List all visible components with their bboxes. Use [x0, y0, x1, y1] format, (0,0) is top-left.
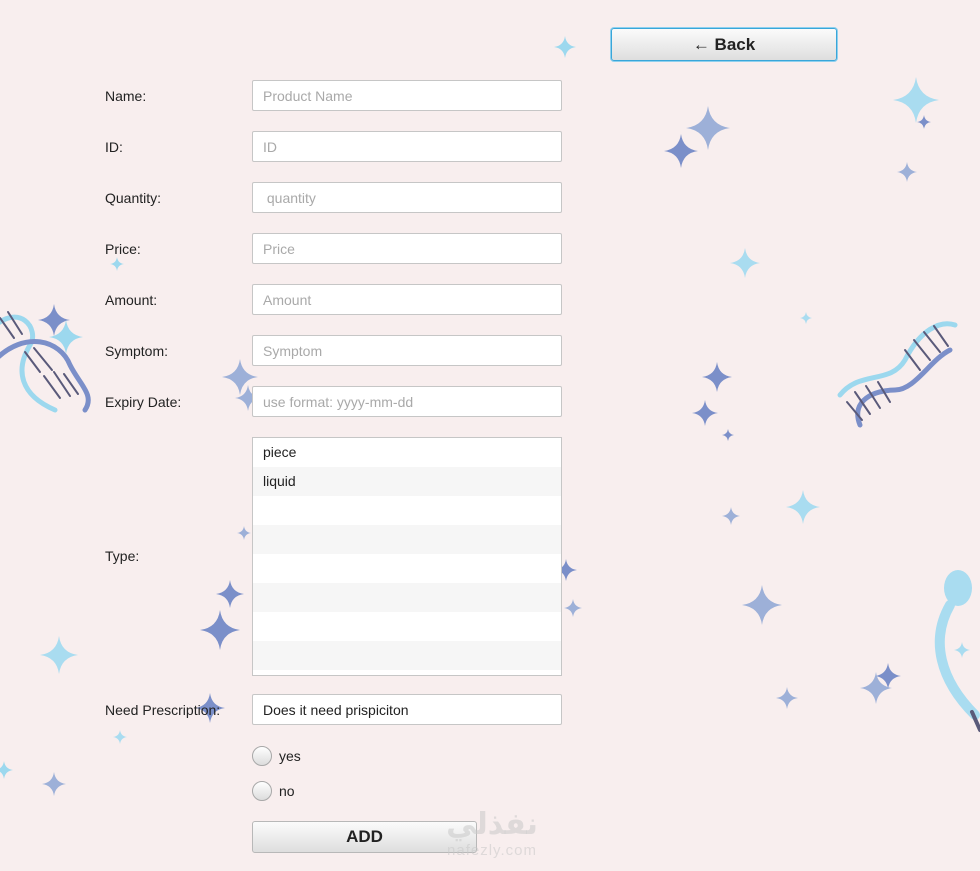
expiry-date-label: Expiry Date:	[105, 394, 182, 410]
price-label: Price:	[105, 241, 141, 257]
amount-input[interactable]	[252, 284, 562, 315]
list-item[interactable]: piece	[253, 438, 561, 467]
name-label: Name:	[105, 88, 147, 104]
id-label: ID:	[105, 139, 123, 155]
symptom-input[interactable]	[252, 335, 562, 366]
no-radio[interactable]	[252, 781, 272, 801]
symptom-label: Symptom:	[105, 343, 169, 359]
watermark: نفذلي nafezly.com	[432, 808, 552, 859]
list-item[interactable]: liquid	[253, 467, 561, 496]
watermark-latin: nafezly.com	[447, 842, 537, 859]
amount-label: Amount:	[105, 292, 158, 308]
empty-list-row	[253, 496, 561, 525]
type-list[interactable]: piece liquid	[252, 437, 562, 676]
need-prescription-label: Need Prescription:	[105, 702, 221, 718]
empty-list-row	[253, 583, 561, 612]
quantity-input[interactable]	[252, 182, 562, 213]
empty-list-row	[253, 525, 561, 554]
expiry-date-input[interactable]	[252, 386, 562, 417]
id-input[interactable]	[252, 131, 562, 162]
back-button[interactable]: ← Back	[611, 28, 837, 61]
product-name-input[interactable]	[252, 80, 562, 111]
type-label: Type:	[105, 548, 140, 564]
prescription-field[interactable]	[252, 694, 562, 725]
no-radio-label[interactable]: no	[279, 783, 295, 799]
quantity-label: Quantity:	[105, 190, 162, 206]
empty-list-row	[253, 670, 561, 675]
yes-radio[interactable]	[252, 746, 272, 766]
price-input[interactable]	[252, 233, 562, 264]
empty-list-row	[253, 554, 561, 583]
dna-right-icon	[837, 321, 958, 428]
watermark-arabic: نفذلي	[446, 808, 538, 841]
dna-left-icon	[0, 311, 91, 413]
empty-list-row	[253, 612, 561, 641]
empty-list-row	[253, 641, 561, 670]
yes-radio-label[interactable]: yes	[279, 748, 301, 764]
